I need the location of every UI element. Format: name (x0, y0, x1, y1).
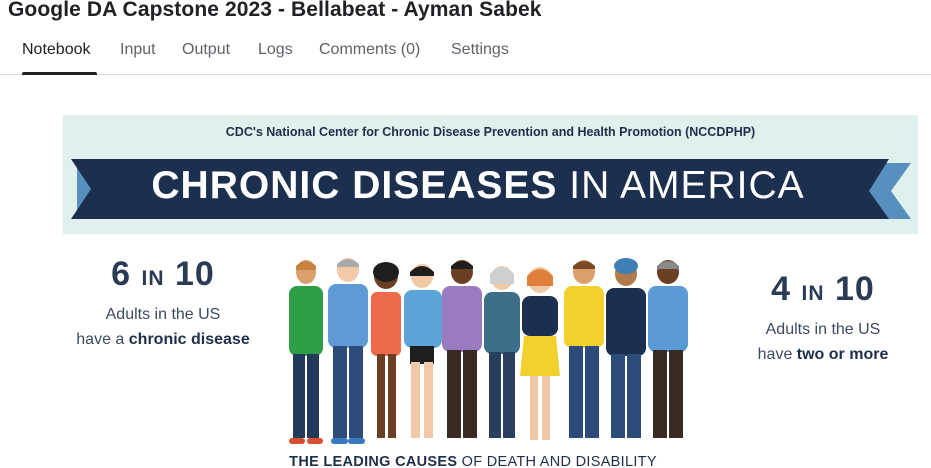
right-stat-line2-pre: have (757, 346, 797, 363)
left-stat-in: IN (141, 267, 165, 290)
person-illustration (289, 260, 323, 444)
person-illustration (564, 260, 604, 438)
chronic-disease-infographic: CDC's National Center for Chronic Diseas… (63, 115, 918, 468)
tab-logs[interactable]: Logs (258, 41, 293, 59)
tab-input[interactable]: Input (120, 41, 156, 59)
banner-title: CHRONIC DISEASES IN AMERICA (63, 164, 893, 208)
banner-title-light: IN AMERICA (569, 164, 805, 207)
person-illustration (484, 266, 520, 438)
group-of-adults-illustration (289, 258, 688, 444)
left-stat: 6 IN 10 Adults in the US have a chronic … (63, 255, 263, 352)
person-illustration (648, 260, 688, 438)
leading-causes-bold: THE LEADING CAUSES (289, 454, 458, 468)
right-stat-line2-bold: two or more (796, 346, 889, 363)
left-stat-num-a: 6 (111, 255, 132, 293)
tab-comments[interactable]: Comments (0) (319, 41, 420, 59)
right-stat-num-b: 10 (835, 270, 875, 308)
left-stat-line2-pre: have a (76, 331, 129, 348)
right-stat: 4 IN 10 Adults in the US have two or mor… (723, 270, 918, 367)
tab-output[interactable]: Output (182, 41, 230, 59)
leading-causes-heading: THE LEADING CAUSES OF DEATH AND DISABILI… (63, 454, 883, 468)
left-stat-num-b: 10 (175, 255, 215, 293)
person-illustration (606, 258, 646, 438)
person-illustration (520, 267, 560, 440)
right-stat-num-a: 4 (771, 270, 792, 308)
infographic-subtitle: CDC's National Center for Chronic Diseas… (225, 125, 756, 139)
right-stat-line1: Adults in the US (765, 321, 881, 338)
right-stat-in: IN (801, 282, 825, 305)
page-title: Google DA Capstone 2023 - Bellabeat - Ay… (8, 0, 542, 21)
person-illustration (328, 258, 368, 444)
tab-notebook[interactable]: Notebook (22, 41, 91, 59)
active-tab-indicator (22, 72, 97, 75)
tab-settings[interactable]: Settings (451, 41, 509, 59)
leading-causes-rest: OF DEATH AND DISABILITY (457, 454, 657, 468)
person-illustration (371, 262, 401, 438)
person-illustration (404, 264, 442, 438)
banner-title-bold: CHRONIC DISEASES (151, 164, 558, 207)
left-stat-line2-bold: chronic disease (128, 331, 250, 348)
person-illustration (442, 260, 482, 438)
notebook-tabs: Notebook Input Output Logs Comments (0) … (0, 36, 931, 75)
left-stat-line1: Adults in the US (105, 306, 221, 323)
